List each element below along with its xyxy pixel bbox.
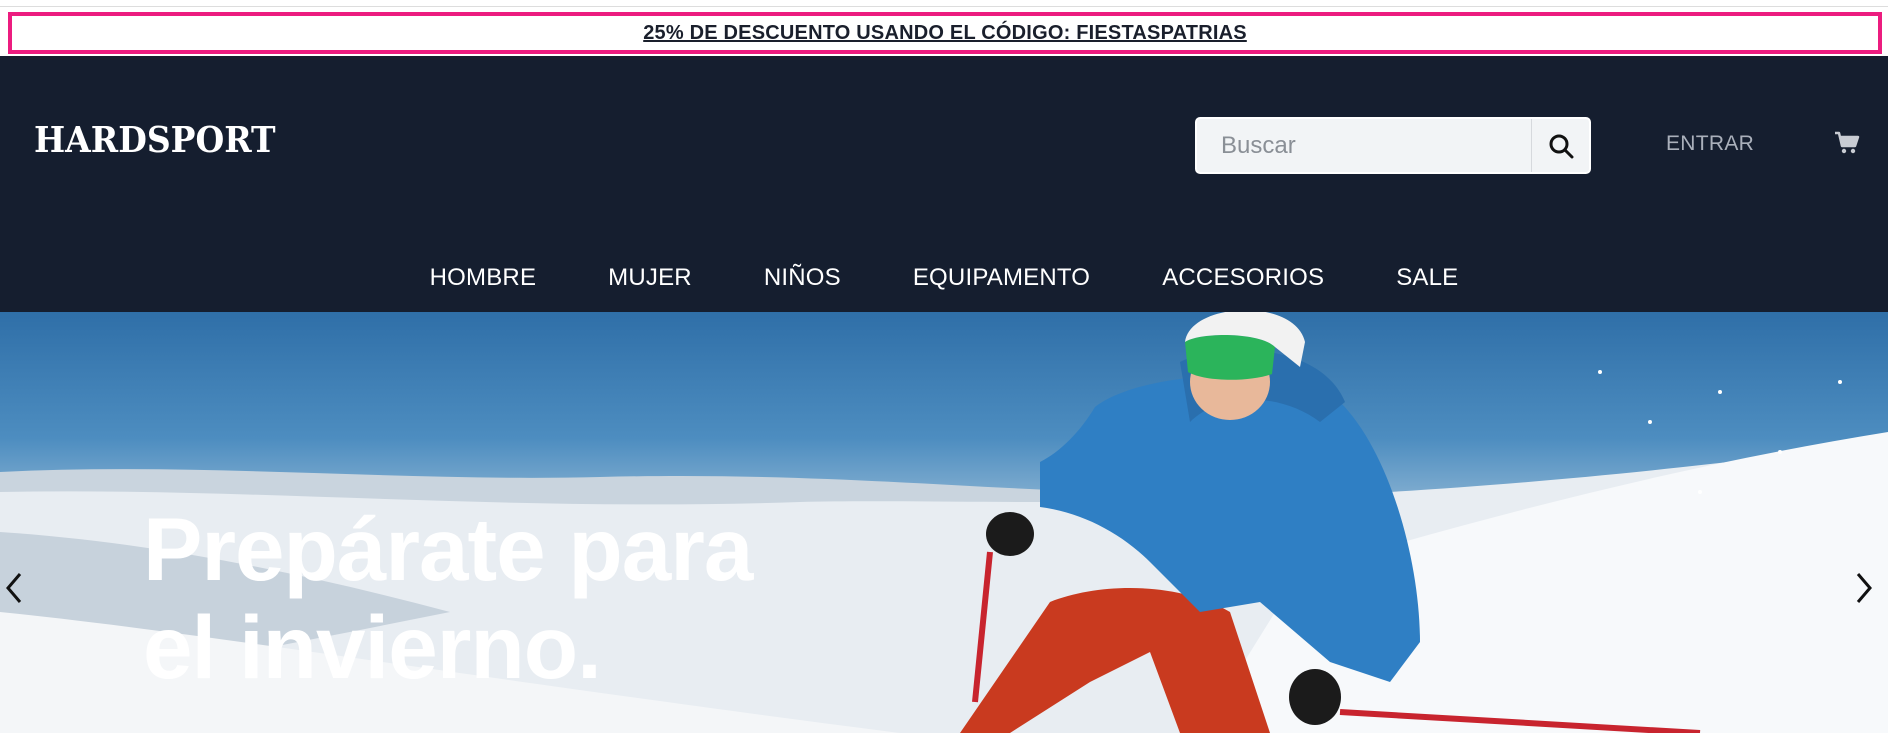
login-link[interactable]: ENTRAR xyxy=(1666,132,1754,156)
hero-slider: Prepárate para el invierno. xyxy=(0,312,1888,733)
cart-icon xyxy=(1835,131,1860,154)
nav-item-sale[interactable]: SALE xyxy=(1396,264,1458,292)
promo-banner: 25% DE DESCUENTO USANDO EL CÓDIGO: FIEST… xyxy=(8,12,1882,54)
slider-next-button[interactable] xyxy=(1852,570,1876,611)
nav-item-mujer[interactable]: MUJER xyxy=(608,264,692,292)
slider-prev-button[interactable] xyxy=(2,570,26,611)
chevron-left-icon xyxy=(6,573,22,603)
nav-item-hombre[interactable]: HOMBRE xyxy=(430,264,537,292)
search-box xyxy=(1195,117,1591,174)
search-input[interactable] xyxy=(1197,119,1531,172)
nav-item-accesorios[interactable]: ACCESORIOS xyxy=(1162,264,1324,292)
nav-item-equipamento[interactable]: EQUIPAMENTO xyxy=(913,264,1090,292)
main-nav: HOMBRE MUJER NIÑOS EQUIPAMENTO ACCESORIO… xyxy=(0,256,1888,300)
site-header: HARDSPORT ENTRAR HOMBRE MUJER NIÑOS EQUI… xyxy=(0,56,1888,312)
promo-link[interactable]: 25% DE DESCUENTO USANDO EL CÓDIGO: FIEST… xyxy=(643,22,1247,45)
search-button[interactable] xyxy=(1531,119,1589,172)
top-line xyxy=(0,0,1888,7)
cart-button[interactable] xyxy=(1834,131,1860,160)
nav-item-ninos[interactable]: NIÑOS xyxy=(764,264,841,292)
hero-title-line1: Prepárate para xyxy=(143,499,753,599)
hero-title-line2: el invierno. xyxy=(143,597,602,697)
logo[interactable]: HARDSPORT xyxy=(34,118,276,160)
hero-title: Prepárate para el invierno. xyxy=(143,499,753,697)
search-icon xyxy=(1549,134,1573,158)
chevron-right-icon xyxy=(1856,573,1872,603)
